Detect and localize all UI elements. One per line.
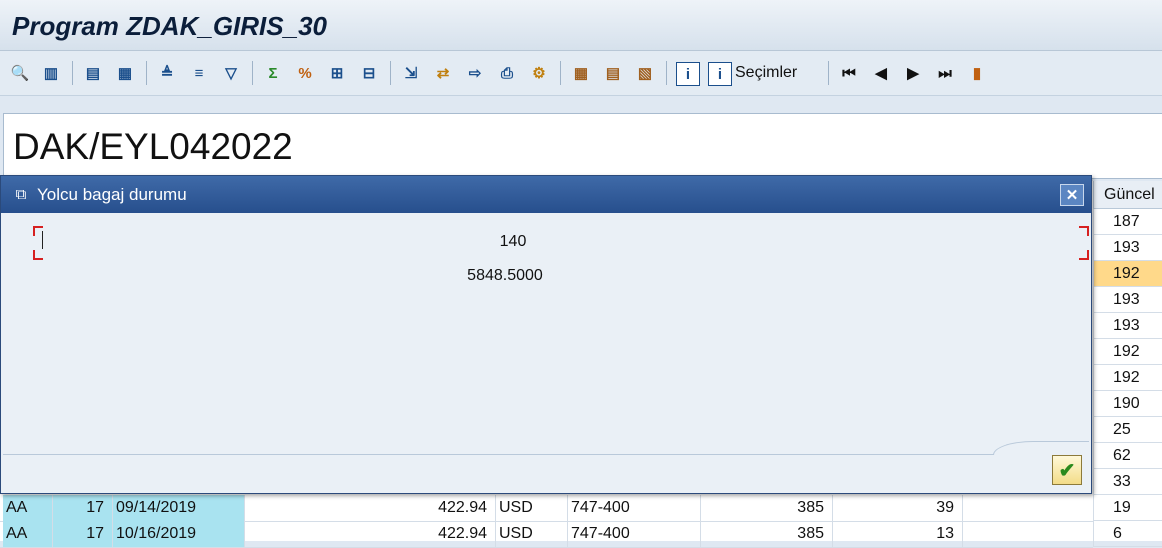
column-layout-icon[interactable]: ▥ [40, 62, 62, 84]
table-cell[interactable]: USD [496, 521, 568, 547]
move-icon[interactable]: ⇨ [464, 62, 486, 84]
grid-icon[interactable]: ▦ [570, 62, 592, 84]
confirm-button[interactable]: ✔ [1052, 455, 1082, 485]
table-cell[interactable]: 422.94 [245, 495, 496, 521]
sort-ascending-icon[interactable]: ≜ [156, 62, 178, 84]
deselect-all-icon[interactable]: ▦ [114, 62, 136, 84]
window-icon: ⧉ [15, 185, 27, 203]
sum-icon[interactable]: Σ [262, 62, 284, 84]
document-title: DAK/EYL042022 [13, 126, 293, 167]
title-bar: Program ZDAK_GIRIS_30 [0, 0, 1162, 51]
popup-dialog: ⧉ Yolcu bagaj durumu ✕ 140 5848.5000 ✔ [0, 175, 1092, 494]
sort-descending-icon[interactable]: ≡ [188, 62, 210, 84]
table-cell[interactable]: AA [3, 495, 53, 521]
next-page-icon[interactable]: ▶ [902, 62, 924, 84]
table-cell[interactable]: 193 [1093, 287, 1162, 313]
program-title: Program ZDAK_GIRIS_30 [12, 11, 327, 41]
focus-corner [33, 250, 43, 260]
first-page-icon[interactable]: ⏮ [838, 62, 860, 84]
table-cell[interactable]: 33 [1093, 469, 1162, 495]
table-cell[interactable]: 39 [833, 495, 963, 521]
info-icon[interactable]: i [676, 62, 700, 86]
table-cell[interactable]: 192 [1093, 339, 1162, 365]
table-cell[interactable]: 190 [1093, 391, 1162, 417]
focus-corner [1079, 250, 1089, 260]
select-all-icon[interactable]: ▤ [82, 62, 104, 84]
table-cell[interactable]: 192 [1093, 261, 1162, 287]
transfer-icon[interactable]: ⇄ [432, 62, 454, 84]
table-cell[interactable]: USD [496, 495, 568, 521]
insert-row-icon[interactable]: ⊞ [326, 62, 348, 84]
filter-icon[interactable]: ▽ [220, 62, 242, 84]
table-cell[interactable]: 385 [701, 495, 833, 521]
table-cell[interactable]: 422.94 [245, 521, 496, 547]
dialog-title-bar: ⧉ Yolcu bagaj durumu ✕ [1, 176, 1091, 213]
delete-row-icon[interactable]: ⊟ [358, 62, 380, 84]
export-icon[interactable]: ⇲ [400, 62, 422, 84]
table-cell[interactable]: 385 [701, 521, 833, 547]
table-cell[interactable]: 25 [1093, 417, 1162, 443]
table-cell[interactable]: 747-400 [568, 495, 701, 521]
table-cell[interactable]: 193 [1093, 313, 1162, 339]
baggage-weight: 5848.5000 [467, 267, 543, 284]
table-cell[interactable]: 13 [833, 521, 963, 547]
graphic-icon[interactable]: ▮ [966, 62, 988, 84]
view-icon[interactable]: ⚙ [528, 62, 550, 84]
table-row[interactable]: AA 17 09/14/2019 422.94 USD 747-400 385 … [0, 495, 1093, 522]
text-cursor [42, 231, 43, 249]
column-header-current[interactable]: Güncel [1093, 181, 1162, 209]
table-cell[interactable]: 09/14/2019 [113, 495, 245, 521]
dialog-body: 140 5848.5000 [3, 214, 1089, 454]
table-cell[interactable]: 17 [53, 521, 113, 547]
table-cell[interactable]: 6 [1093, 521, 1162, 547]
application-toolbar: 🔍 ▥ ▤ ▦ ≜ ≡ ▽ Σ % ⊞ ⊟ ⇲ ⇄ ⇨ ⎙ ⚙ ▦ ▤ ▧ i … [0, 51, 1162, 96]
dialog-title: Yolcu bagaj durumu [37, 185, 187, 204]
selections-button[interactable]: Seçimler [735, 64, 797, 82]
footer-notch [993, 441, 1089, 455]
table-cell[interactable]: 62 [1093, 443, 1162, 469]
table-cell[interactable]: 19 [1093, 495, 1162, 521]
save-layout-icon[interactable]: ▧ [634, 62, 656, 84]
list-header: DAK/EYL042022 [3, 113, 1162, 179]
focus-corner [1079, 226, 1089, 236]
table-cell[interactable]: 17 [53, 495, 113, 521]
subtotal-icon[interactable]: % [294, 62, 316, 84]
table-cell[interactable]: 192 [1093, 365, 1162, 391]
table-cell[interactable]: 193 [1093, 235, 1162, 261]
table-row[interactable]: AA 17 10/16/2019 422.94 USD 747-400 385 … [0, 521, 1093, 548]
last-page-icon[interactable]: ⏭ [934, 62, 956, 84]
table-cell[interactable]: 187 [1093, 209, 1162, 235]
info-selections-icon[interactable]: i [708, 62, 732, 86]
detail-icon[interactable]: 🔍 [9, 62, 31, 84]
dialog-footer: ✔ [3, 441, 1089, 493]
baggage-count: 140 [499, 233, 527, 250]
table-cell[interactable]: AA [3, 521, 53, 547]
table-cell[interactable]: 10/16/2019 [113, 521, 245, 547]
close-button[interactable]: ✕ [1060, 184, 1084, 206]
table-cell[interactable]: 747-400 [568, 521, 701, 547]
previous-page-icon[interactable]: ◀ [870, 62, 892, 84]
print-icon[interactable]: ⎙ [496, 62, 518, 84]
change-layout-icon[interactable]: ▤ [602, 62, 624, 84]
